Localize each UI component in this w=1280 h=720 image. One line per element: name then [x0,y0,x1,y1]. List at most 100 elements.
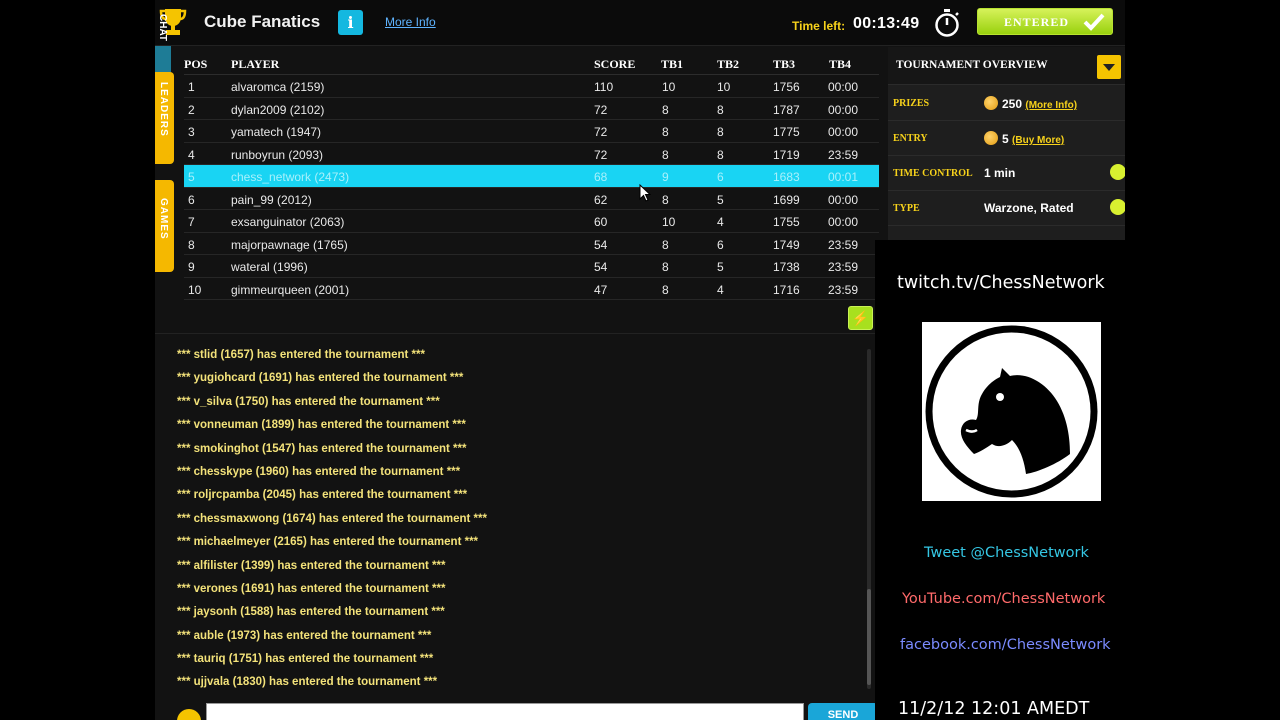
chat-message: *** vonneuman (1899) has entered the tou… [177,419,466,432]
table-row[interactable]: 7 exsanguinator (2063) 60 10 4 1755 00:0… [184,210,879,233]
send-button[interactable]: SEND [808,703,878,720]
column-header-tb1[interactable]: TB1 [661,57,683,72]
entry-amount: 5 [1002,132,1009,146]
table-row[interactable]: 8 majorpawnage (1765) 54 8 6 1749 23:59 [184,233,879,255]
coin-icon [984,96,998,110]
row-tb2: 5 [717,260,724,274]
entered-button[interactable]: ENTERED [977,8,1113,35]
more-info-link[interactable]: More Info [385,15,436,29]
row-tb1: 8 [662,192,669,207]
time-control-value: 1 min [984,166,1016,180]
time-control-info-icon[interactable] [1110,164,1125,180]
row-tb2: 10 [717,80,731,94]
chat-log: *** stlid (1657) has entered the tournam… [177,346,857,697]
overview-collapse-button[interactable] [1097,55,1121,79]
row-pos: 1 [188,80,195,94]
row-pos: 6 [188,192,195,207]
row-player: exsanguinator (2063) [231,215,345,229]
tab-games[interactable]: GAMES [155,180,174,272]
row-tb3: 1738 [773,260,800,274]
table-row-highlighted[interactable]: 5 chess_network (2473) 68 9 6 1683 00:01 [184,165,879,188]
entry-value: 5 (Buy More) [984,131,1064,146]
stream-overlay: twitch.tv/ChessNetwork Tweet @ChessNetwo… [875,240,1280,720]
row-player: pain_99 (2012) [231,192,312,207]
row-tb1: 10 [662,215,676,229]
time-left-value: 00:13:49 [853,15,920,32]
refresh-button[interactable]: ⚡ [848,306,873,330]
row-tb3: 1756 [773,80,800,94]
row-score: 110 [594,80,614,94]
chat-message: *** michaelmeyer (2165) has entered the … [177,536,479,549]
row-tb2: 6 [717,237,724,252]
table-row[interactable]: 3 yamatech (1947) 72 8 8 1775 00:00 [184,120,879,143]
time-control-label: TIME CONTROL [893,168,973,179]
type-value: Warzone, Rated [984,201,1074,215]
row-tb4: 00:00 [828,192,859,207]
table-header-row: POS PLAYER SCORE TB1 TB2 TB3 TB4 [184,52,879,75]
row-tb4: 23:59 [828,282,859,297]
column-header-score[interactable]: SCORE [594,57,635,72]
row-tb3: 1683 [773,170,800,184]
chat-message: *** stlid (1657) has entered the tournam… [177,349,425,361]
table-row[interactable]: 1 alvaromca (2159) 110 10 10 1756 00:00 [184,75,879,98]
chat-message: *** auble (1973) has entered the tournam… [177,629,432,642]
row-score: 72 [594,147,608,162]
twitch-link-text: twitch.tv/ChessNetwork [897,273,1105,293]
row-player: chess_network (2473) [231,170,350,184]
row-tb4: 00:01 [828,170,859,184]
table-row[interactable]: 6 pain_99 (2012) 62 8 5 1699 00:00 [184,188,879,210]
tab-leaders-label: LEADERS [158,82,169,137]
row-tb1: 10 [662,80,676,94]
row-score: 54 [594,237,608,252]
row-pos: 3 [188,125,195,139]
column-header-tb4[interactable]: TB4 [829,57,851,72]
overview-row-prizes: PRIZES 250 (More Info) [888,86,1125,121]
row-pos: 5 [188,170,195,184]
row-score: 72 [594,102,608,117]
type-info-icon[interactable] [1110,199,1125,215]
chat-message: *** chessmaxwong (1674) has entered the … [177,512,487,525]
column-header-tb3[interactable]: TB3 [773,57,795,72]
row-tb2: 8 [717,125,724,139]
row-tb3: 1749 [773,237,800,252]
tournament-title: Cube Fanatics [204,12,321,31]
table-row[interactable]: 9 wateral (1996) 54 8 5 1738 23:59 [184,255,879,278]
row-player: dylan2009 (2102) [231,102,325,117]
prizes-more-info-link[interactable]: (More Info) [1025,100,1077,111]
chat-message: *** tauriq (1751) has entered the tourna… [177,653,434,666]
row-pos: 9 [188,260,195,274]
chat-message: *** roljrcpamba (2045) has entered the t… [177,489,468,502]
column-header-pos[interactable]: POS [184,57,207,72]
row-pos: 8 [188,237,195,252]
prizes-amount: 250 [1002,97,1023,111]
row-tb4: 23:59 [828,147,859,162]
chat-input[interactable] [206,703,804,720]
row-tb3: 1699 [773,192,800,207]
row-tb2: 8 [717,147,724,162]
row-tb1: 8 [662,125,669,139]
table-row[interactable]: 10 gimmeurqueen (2001) 47 8 4 1716 23:59 [184,278,879,300]
info-icon-button[interactable]: i [338,10,363,35]
leaderboard-table: POS PLAYER SCORE TB1 TB2 TB3 TB4 1 alvar… [184,52,879,300]
table-row[interactable]: 2 dylan2009 (2102) 72 8 8 1787 00:00 [184,98,879,120]
row-tb3: 1755 [773,215,800,229]
row-tb2: 5 [717,192,724,207]
row-score: 62 [594,192,608,207]
chat-scroll-thumb[interactable] [867,589,871,685]
row-player: wateral (1996) [231,260,308,274]
chat-scrollbar[interactable] [867,349,871,689]
row-tb3: 1716 [773,282,800,297]
column-header-player[interactable]: PLAYER [231,57,279,72]
table-row[interactable]: 4 runboyrun (2093) 72 8 8 1719 23:59 [184,143,879,165]
entry-buy-more-link[interactable]: (Buy More) [1012,135,1064,146]
row-tb3: 1787 [773,102,800,117]
column-header-tb2[interactable]: TB2 [717,57,739,72]
refresh-icon: ⚡ [851,310,870,326]
emoji-icon[interactable] [177,709,201,720]
row-pos: 10 [188,282,202,297]
row-tb2: 8 [717,102,724,117]
tab-leaders[interactable]: LEADERS [155,72,174,164]
overview-header: TOURNAMENT OVERVIEW [888,47,1125,85]
row-player: majorpawnage (1765) [231,237,348,252]
row-tb1: 8 [662,282,669,297]
